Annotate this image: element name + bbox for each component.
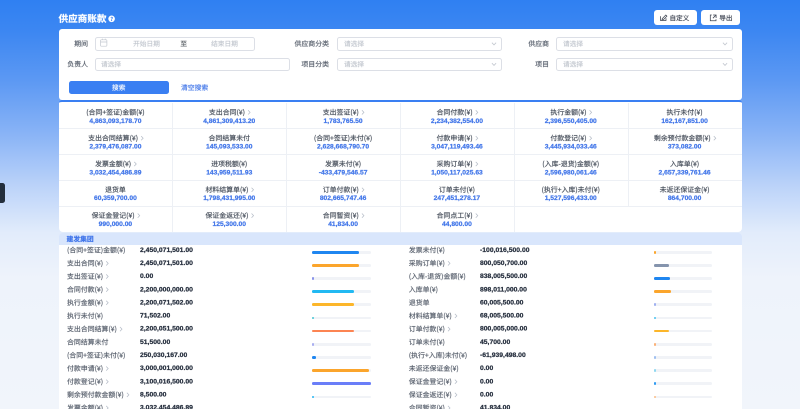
- svg-text:250,030,167.00: 250,030,167.00: [140, 352, 187, 359]
- svg-text:2,596,980,061.46: 2,596,980,061.46: [545, 169, 597, 176]
- svg-text:44,800.00: 44,800.00: [442, 221, 472, 228]
- svg-text:0.00: 0.00: [480, 391, 493, 398]
- svg-text:125,300.00: 125,300.00: [213, 221, 247, 228]
- svg-text:1,783,765.50: 1,783,765.50: [324, 118, 363, 125]
- svg-text:71,502.00: 71,502.00: [140, 313, 170, 320]
- svg-text:3,445,934,033.46: 3,445,934,033.46: [545, 144, 597, 151]
- svg-text:1,527,596,433.00: 1,527,596,433.00: [545, 195, 597, 202]
- svg-text:3,032,454,486.89: 3,032,454,486.89: [89, 169, 141, 176]
- svg-text:145,093,533.00: 145,093,533.00: [206, 144, 253, 151]
- svg-text:990,000.00: 990,000.00: [99, 221, 133, 228]
- svg-text:2,234,382,554.00: 2,234,382,554.00: [431, 118, 483, 125]
- svg-text:45,700.00: 45,700.00: [480, 339, 510, 346]
- svg-text:2,628,668,790.70: 2,628,668,790.70: [317, 144, 369, 151]
- svg-text:0.00: 0.00: [480, 365, 493, 372]
- svg-text:247,451,278.17: 247,451,278.17: [434, 195, 481, 202]
- svg-text:41,834.00: 41,834.00: [480, 405, 510, 409]
- svg-text:2,450,071,501.00: 2,450,071,501.00: [140, 247, 193, 254]
- svg-text:838,005,500.00: 838,005,500.00: [480, 273, 527, 280]
- svg-text:143,959,511.93: 143,959,511.93: [206, 169, 252, 176]
- svg-text:2,200,071,502.00: 2,200,071,502.00: [140, 299, 193, 306]
- svg-text:1,050,117,025.63: 1,050,117,025.63: [431, 169, 483, 176]
- svg-text:-100,016,500.00: -100,016,500.00: [480, 247, 530, 254]
- svg-text:162,167,851.00: 162,167,851.00: [661, 118, 708, 125]
- svg-text:2,200,051,500.00: 2,200,051,500.00: [140, 326, 193, 333]
- svg-text:2,450,071,501.00: 2,450,071,501.00: [140, 260, 193, 267]
- svg-text:3,100,016,500.00: 3,100,016,500.00: [140, 378, 193, 385]
- svg-text:41,834.00: 41,834.00: [328, 221, 358, 228]
- svg-text:4,863,093,178.70: 4,863,093,178.70: [89, 118, 141, 125]
- svg-text:2,396,550,405.00: 2,396,550,405.00: [545, 118, 597, 125]
- svg-text:0.00: 0.00: [140, 273, 153, 280]
- svg-text:802,665,747.46: 802,665,747.46: [320, 195, 367, 202]
- svg-text:3,000,001,000.00: 3,000,001,000.00: [140, 365, 193, 372]
- svg-text:60,359,700.00: 60,359,700.00: [94, 195, 137, 202]
- svg-text:2,200,000,000.00: 2,200,000,000.00: [140, 286, 193, 293]
- svg-text:1,798,431,995.00: 1,798,431,995.00: [203, 195, 255, 202]
- svg-text:800,005,000.00: 800,005,000.00: [480, 326, 527, 333]
- svg-text:3,047,119,493.46: 3,047,119,493.46: [431, 144, 483, 151]
- svg-text:864,700.00: 864,700.00: [668, 195, 702, 202]
- svg-text:4,861,309,413.20: 4,861,309,413.20: [203, 118, 255, 125]
- svg-text:-61,939,498.00: -61,939,498.00: [480, 352, 526, 359]
- svg-text:0.00: 0.00: [480, 378, 493, 385]
- svg-text:898,011,000.00: 898,011,000.00: [480, 286, 527, 293]
- svg-text:373,082.00: 373,082.00: [668, 144, 702, 151]
- svg-text:2,657,339,761.46: 2,657,339,761.46: [659, 169, 711, 176]
- svg-text:800,050,700.00: 800,050,700.00: [480, 260, 527, 267]
- svg-text:51,500.00: 51,500.00: [140, 339, 170, 346]
- svg-text:8,500.00: 8,500.00: [140, 391, 167, 398]
- svg-text:-433,479,546.57: -433,479,546.57: [319, 169, 368, 176]
- svg-text:60,005,500.00: 60,005,500.00: [480, 299, 524, 306]
- svg-text:68,005,500.00: 68,005,500.00: [480, 313, 524, 320]
- svg-text:2,379,476,087.00: 2,379,476,087.00: [89, 144, 141, 151]
- svg-text:3,032,454,486.89: 3,032,454,486.89: [140, 405, 193, 409]
